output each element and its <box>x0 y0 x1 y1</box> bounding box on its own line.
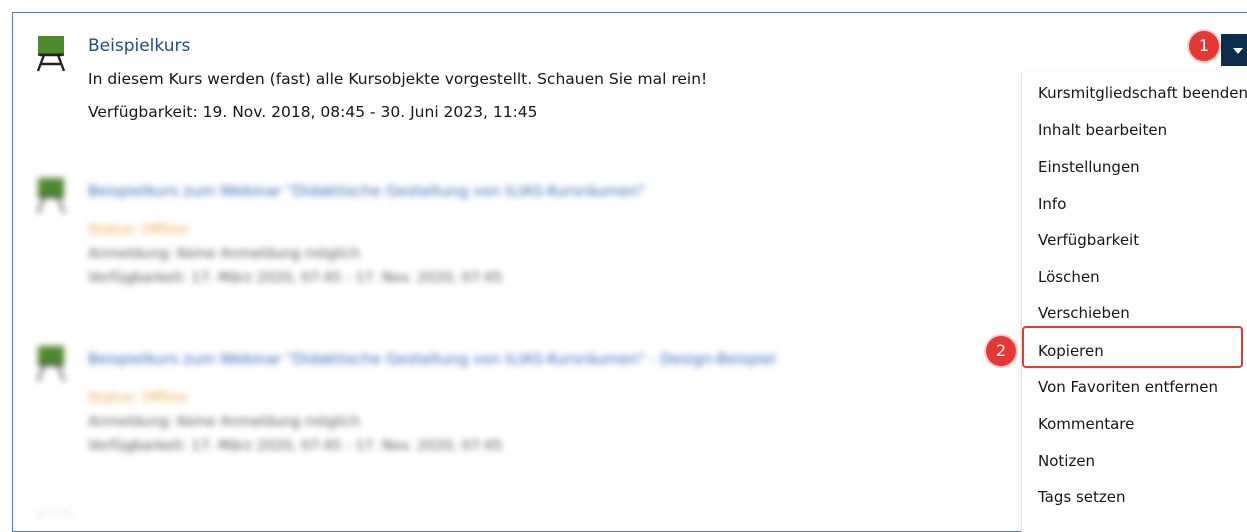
menu-item-kommentare[interactable]: Kommentare <box>1038 415 1134 433</box>
blurred-item-status: Status: Offline <box>88 390 188 406</box>
menu-item-verfuegbarkeit[interactable]: Verfügbarkeit <box>1038 231 1139 249</box>
menu-item-notizen[interactable]: Notizen <box>1038 452 1095 470</box>
course-title-link[interactable]: Beispielkurs <box>88 36 190 56</box>
blurred-item-registration: Anmeldung: Keine Anmeldung möglich <box>88 246 361 262</box>
menu-item-verschieben[interactable]: Verschieben <box>1038 304 1130 322</box>
blurred-item-availability: Verfügbarkeit: 17. März 2020, 07:45 - 17… <box>88 270 503 286</box>
step-badge-2: 2 <box>986 336 1016 366</box>
blurred-item-availability: Verfügbarkeit: 17. März 2020, 07:45 - 17… <box>88 438 503 454</box>
course-description: In diesem Kurs werden (fast) alle Kursob… <box>88 70 708 88</box>
menu-item-einstellungen[interactable]: Einstellungen <box>1038 158 1140 176</box>
actions-dropdown-menu: Kursmitgliedschaft beenden Inhalt bearbe… <box>1021 72 1247 532</box>
next-item-stub <box>38 512 70 521</box>
menu-item-von-favoriten-entfernen[interactable]: Von Favoriten entfernen <box>1038 378 1218 396</box>
course-board-icon <box>34 346 68 384</box>
step-badge-1: 1 <box>1189 31 1219 61</box>
menu-item-inhalt-bearbeiten[interactable]: Inhalt bearbeiten <box>1038 121 1167 139</box>
actions-dropdown-toggle[interactable] <box>1221 34 1247 66</box>
menu-item-loeschen[interactable]: Löschen <box>1038 268 1100 286</box>
menu-item-info[interactable]: Info <box>1038 195 1066 213</box>
kopieren-highlight-frame <box>1022 326 1243 368</box>
blurred-item-registration: Anmeldung: Keine Anmeldung möglich <box>88 414 361 430</box>
caret-down-icon <box>1233 48 1243 54</box>
course-board-icon <box>34 178 68 216</box>
blurred-item-status: Status: Offline <box>88 222 188 238</box>
blurred-item-title[interactable]: Beispielkurs zum Webinar "Didaktische Ge… <box>88 350 776 368</box>
course-board-icon <box>34 36 68 74</box>
menu-item-kursmitgliedschaft-beenden[interactable]: Kursmitgliedschaft beenden <box>1038 84 1247 102</box>
menu-item-tags-setzen[interactable]: Tags setzen <box>1038 488 1126 506</box>
course-availability: Verfügbarkeit: 19. Nov. 2018, 08:45 - 30… <box>88 103 538 121</box>
blurred-item-title[interactable]: Beispielkurs zum Webinar "Didaktische Ge… <box>88 182 645 200</box>
